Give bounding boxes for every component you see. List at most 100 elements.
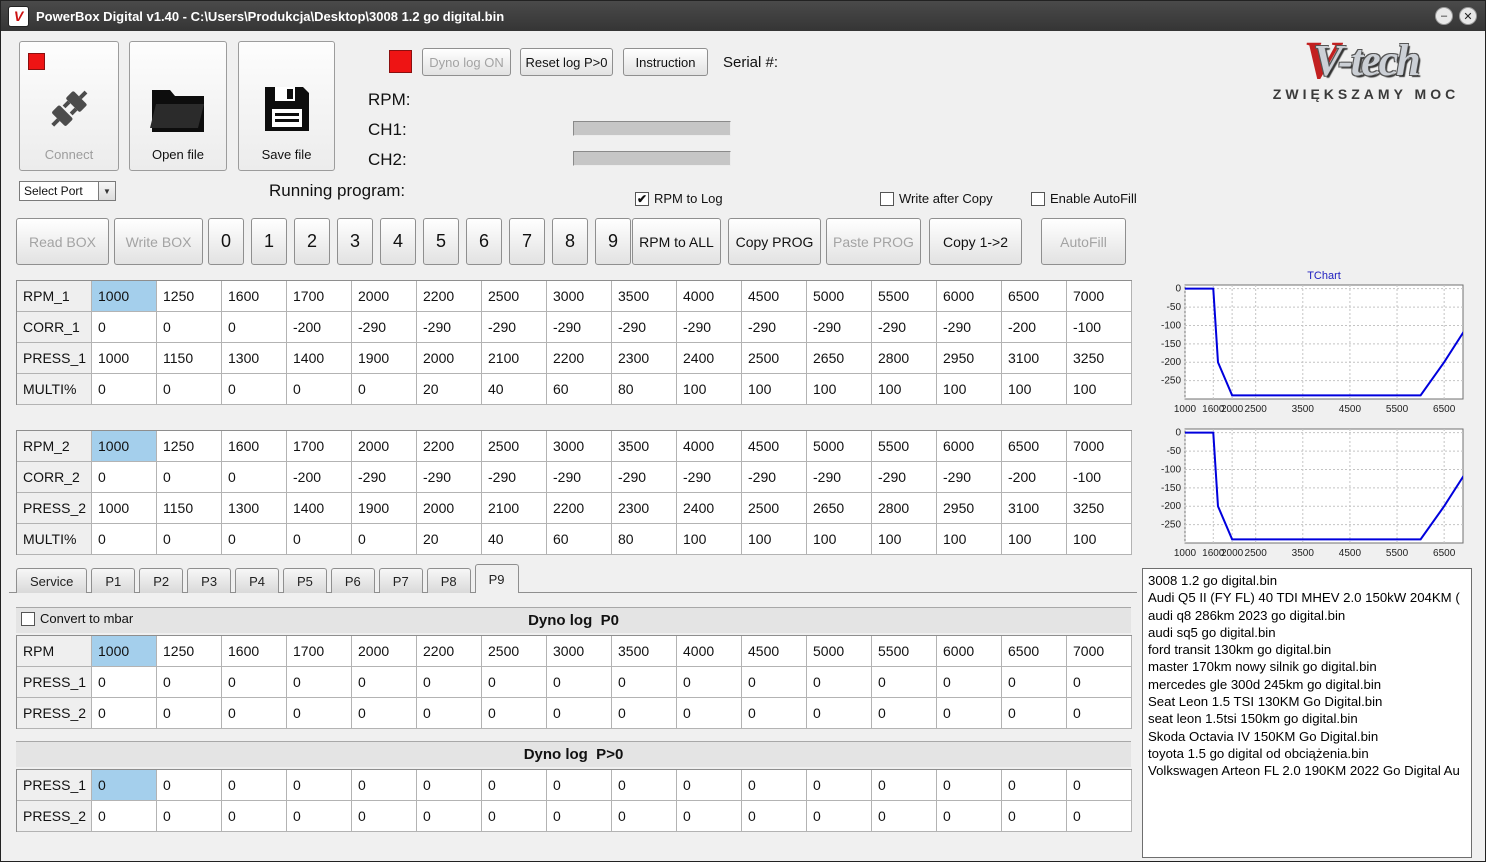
table-cell[interactable]: 80 [612, 374, 677, 405]
connect-button[interactable]: Connect [19, 41, 119, 171]
table-cell[interactable]: -290 [937, 462, 1002, 493]
table-cell[interactable]: 2950 [937, 493, 1002, 524]
table-cell[interactable]: 0 [157, 524, 222, 555]
table-cell[interactable]: 0 [547, 801, 612, 832]
table-cell[interactable]: 0 [807, 770, 872, 801]
tab-p9[interactable]: P9 [474, 564, 519, 593]
table-cell[interactable]: 3250 [1067, 493, 1132, 524]
table-cell[interactable]: 1600 [222, 636, 287, 667]
table-cell[interactable]: 1250 [157, 636, 222, 667]
table-cell[interactable]: 4500 [742, 431, 807, 462]
table-cell[interactable]: 1600 [222, 431, 287, 462]
table-cell[interactable]: 3500 [612, 636, 677, 667]
table-cell[interactable]: -200 [1002, 312, 1067, 343]
table-cell[interactable]: 0 [1002, 667, 1067, 698]
file-list-item[interactable]: toyota 1.5 go digital od obciążenia.bin [1148, 745, 1466, 762]
table-cell[interactable]: 0 [547, 770, 612, 801]
table-cell[interactable]: -290 [417, 462, 482, 493]
table-cell[interactable]: -290 [742, 312, 807, 343]
table-cell[interactable]: 1250 [157, 281, 222, 312]
table-cell[interactable]: 0 [677, 770, 742, 801]
table-cell[interactable]: -290 [612, 462, 677, 493]
table-cell[interactable]: 0 [92, 698, 157, 729]
table-cell[interactable]: 100 [677, 374, 742, 405]
table-cell[interactable]: 0 [157, 698, 222, 729]
table-cell[interactable]: 100 [1002, 374, 1067, 405]
tab-p2[interactable]: P2 [139, 568, 184, 593]
table-cell[interactable]: 1700 [287, 281, 352, 312]
table-cell[interactable]: 0 [352, 374, 417, 405]
table-cell[interactable]: 0 [92, 312, 157, 343]
rpm-to-all-button[interactable]: RPM to ALL [632, 218, 721, 265]
table-cell[interactable]: -290 [352, 462, 417, 493]
table-cell[interactable]: 6500 [1002, 431, 1067, 462]
table-cell[interactable]: 0 [287, 374, 352, 405]
table-cell[interactable]: -290 [482, 462, 547, 493]
table-cell[interactable]: -290 [677, 312, 742, 343]
file-list-item[interactable]: audi sq5 go digital.bin [1148, 624, 1466, 641]
table-cell[interactable]: 2000 [352, 281, 417, 312]
table-cell[interactable]: 0 [287, 667, 352, 698]
table-cell[interactable]: 0 [157, 374, 222, 405]
table-cell[interactable]: 40 [482, 374, 547, 405]
table-cell[interactable]: 80 [612, 524, 677, 555]
table-cell[interactable]: 1000 [92, 343, 157, 374]
table-cell[interactable]: 2500 [482, 431, 547, 462]
table-cell[interactable]: -290 [742, 462, 807, 493]
table-cell[interactable]: 0 [287, 524, 352, 555]
table-cell[interactable]: 0 [482, 698, 547, 729]
table-cell[interactable]: 0 [92, 801, 157, 832]
table-cell[interactable]: 4500 [742, 636, 807, 667]
tab-p6[interactable]: P6 [330, 568, 375, 593]
table-cell[interactable]: -200 [287, 462, 352, 493]
digit-button-2[interactable]: 2 [294, 218, 330, 265]
file-list-item[interactable]: Volkswagen Arteon FL 2.0 190KM 2022 Go D… [1148, 762, 1466, 779]
table-cell[interactable]: 0 [547, 667, 612, 698]
file-list-item[interactable]: seat leon 1.5tsi 150km go digital.bin [1148, 710, 1466, 727]
table-cell[interactable]: 0 [612, 770, 677, 801]
table-cell[interactable]: 0 [222, 374, 287, 405]
table-cell[interactable]: 0 [222, 462, 287, 493]
dyno-log-on-button[interactable]: Dyno log ON [422, 48, 511, 76]
table-cell[interactable]: 2200 [547, 493, 612, 524]
table-cell[interactable]: 1000 [92, 493, 157, 524]
table-cell[interactable]: 100 [742, 374, 807, 405]
table-cell[interactable]: 60 [547, 524, 612, 555]
table-cell[interactable]: 5500 [872, 431, 937, 462]
table-cell[interactable]: 0 [872, 770, 937, 801]
table-cell[interactable]: -100 [1067, 462, 1132, 493]
table-cell[interactable]: 4000 [677, 281, 742, 312]
digit-button-8[interactable]: 8 [552, 218, 588, 265]
table-cell[interactable]: 2400 [677, 343, 742, 374]
table-cell[interactable]: 1150 [157, 343, 222, 374]
table-cell[interactable]: 3250 [1067, 343, 1132, 374]
table-cell[interactable]: 0 [157, 801, 222, 832]
tab-p7[interactable]: P7 [378, 568, 423, 593]
tab-p4[interactable]: P4 [235, 568, 279, 593]
table-cell[interactable]: 60 [547, 374, 612, 405]
table-cell[interactable]: 1300 [222, 493, 287, 524]
table-cell[interactable]: 6000 [937, 281, 1002, 312]
table-cell[interactable]: 0 [222, 667, 287, 698]
table-cell[interactable]: 0 [222, 312, 287, 343]
instruction-button[interactable]: Instruction [623, 48, 708, 76]
autofill-button[interactable]: AutoFill [1041, 218, 1126, 265]
table-cell[interactable]: -290 [482, 312, 547, 343]
table-cell[interactable]: 0 [417, 801, 482, 832]
table-cell[interactable]: 1700 [287, 636, 352, 667]
table-cell[interactable]: 2200 [547, 343, 612, 374]
table-cell[interactable]: 4000 [677, 636, 742, 667]
table-cell[interactable]: 2500 [742, 343, 807, 374]
table-cell[interactable]: 2800 [872, 343, 937, 374]
digit-button-9[interactable]: 9 [595, 218, 631, 265]
table-cell[interactable]: 0 [937, 801, 1002, 832]
table-cell[interactable]: 3000 [547, 431, 612, 462]
table-cell[interactable]: 0 [742, 801, 807, 832]
file-list-item[interactable]: master 170km nowy silnik go digital.bin [1148, 658, 1466, 675]
digit-button-7[interactable]: 7 [509, 218, 545, 265]
table-cell[interactable]: 0 [482, 667, 547, 698]
table-cell[interactable]: -100 [1067, 312, 1132, 343]
file-list-item[interactable]: audi q8 286km 2023 go digital.bin [1148, 607, 1466, 624]
table-cell[interactable]: 0 [352, 698, 417, 729]
table-cell[interactable]: 100 [937, 524, 1002, 555]
